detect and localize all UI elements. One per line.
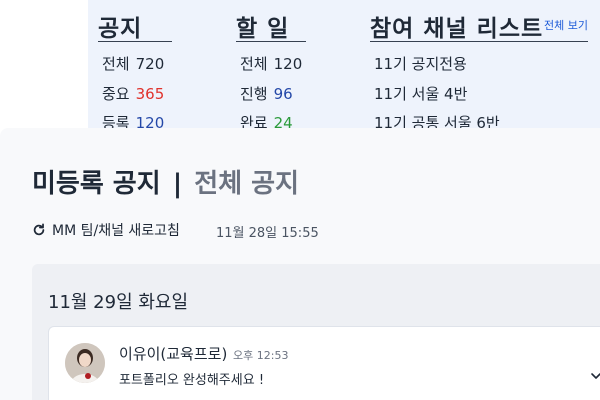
avatar-image xyxy=(65,343,105,383)
refresh-button[interactable]: MM 팀/채널 새로고침 xyxy=(32,220,180,240)
stat-label: 전체 xyxy=(240,55,268,73)
stat-label: 중요 xyxy=(102,85,130,103)
todos-progress-row[interactable]: 진행 96 xyxy=(240,83,293,104)
avatar xyxy=(65,343,105,383)
view-all-link[interactable]: 전체 보기 xyxy=(544,17,588,33)
title-separator: | xyxy=(172,169,183,199)
todos-total-row[interactable]: 전체 120 xyxy=(240,53,302,74)
channels-title: 참여 채널 리스트 xyxy=(370,16,544,42)
last-refresh-time: 11월 28일 15:55 xyxy=(216,226,319,241)
channels-divider xyxy=(370,41,588,42)
tab-all-notices[interactable]: 전체 공지 xyxy=(194,169,299,199)
message-text: 포트폴리오 완성해주세요 ! xyxy=(119,373,265,388)
notices-divider xyxy=(98,41,172,42)
day-heading: 11월 29일 화요일 xyxy=(48,292,189,313)
notices-total-row[interactable]: 전체 720 xyxy=(102,53,164,74)
stat-value: 96 xyxy=(273,85,293,103)
message-time: 오후 12:53 xyxy=(233,349,289,362)
todos-divider xyxy=(236,41,306,42)
main-content: 미등록 공지 | 전체 공지 MM 팀/채널 새로고침 11월 28일 15:5… xyxy=(0,128,600,400)
channel-item[interactable]: 11기 서울 4반 xyxy=(374,83,467,104)
stat-label: 진행 xyxy=(240,85,268,103)
message-sender: 이유이(교육프로) xyxy=(119,345,228,363)
message-card[interactable]: 이유이(교육프로) 오후 12:53 포트폴리오 완성해주세요 ! xyxy=(48,326,600,400)
stat-value: 365 xyxy=(135,85,165,103)
channel-item[interactable]: 11기 공지전용 xyxy=(374,53,467,74)
todos-title: 할 일 xyxy=(236,16,290,42)
refresh-label: MM 팀/채널 새로고침 xyxy=(52,223,180,239)
page-title: 미등록 공지 | 전체 공지 xyxy=(32,163,299,200)
tab-unregistered-notices[interactable]: 미등록 공지 xyxy=(32,169,161,199)
chevron-down-icon[interactable] xyxy=(589,369,600,383)
day-group: 11월 29일 화요일 이유이(교육프로) 오후 12:53 포트폴리오 완성해… xyxy=(32,264,600,400)
stat-label: 전체 xyxy=(102,55,130,73)
stat-value: 120 xyxy=(273,55,303,73)
notices-important-row[interactable]: 중요 365 xyxy=(102,83,164,104)
stat-value: 720 xyxy=(135,55,165,73)
notices-title: 공지 xyxy=(98,16,143,42)
refresh-icon xyxy=(33,223,45,236)
summary-panel: 공지 전체 720 중요 365 등록 120 할 일 전체 120 진행 96 완료 24… xyxy=(88,0,600,148)
